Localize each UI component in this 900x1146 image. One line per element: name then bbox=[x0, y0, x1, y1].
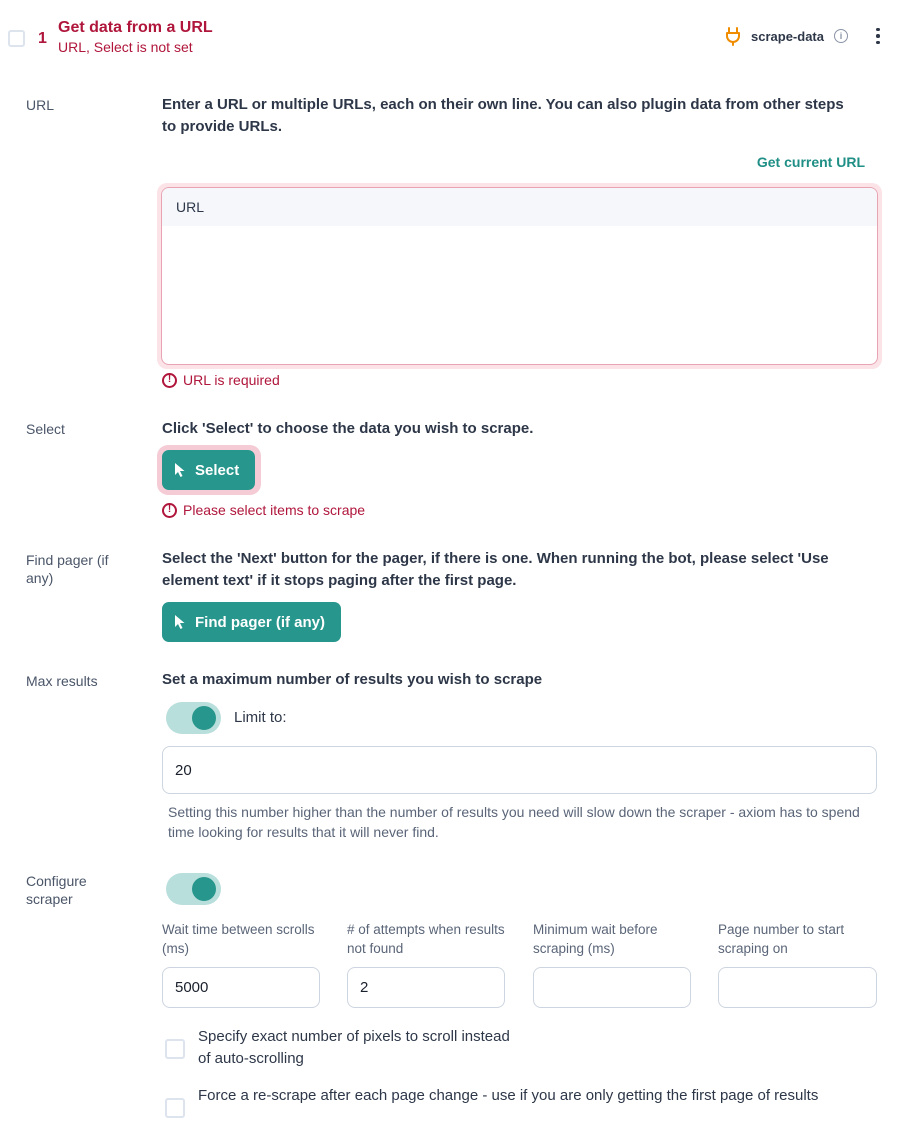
url-textarea-focus-ring: URL bbox=[157, 183, 882, 369]
select-label: Select bbox=[26, 421, 65, 437]
wait-time-label: Wait time between scrolls (ms) bbox=[162, 922, 315, 956]
toggle-knob bbox=[192, 706, 216, 730]
get-current-url-link[interactable]: Get current URL bbox=[757, 154, 865, 170]
url-error: ! URL is required bbox=[162, 372, 280, 388]
plug-icon bbox=[726, 27, 741, 46]
attempts-input[interactable]: 2 bbox=[347, 967, 505, 1008]
select-description: Click 'Select' to choose the data you wi… bbox=[162, 420, 534, 437]
attempts-label: # of attempts when results not found bbox=[347, 922, 505, 956]
pager-label: Find pager (if any) bbox=[26, 552, 109, 586]
pager-description: Select the 'Next' button for the pager, … bbox=[162, 550, 829, 589]
cursor-icon bbox=[175, 463, 185, 477]
max-results-label: Max results bbox=[26, 673, 98, 689]
step-header-actions: scrape-data i bbox=[725, 26, 880, 46]
select-error-text: Please select items to scrape bbox=[183, 502, 366, 518]
url-error-text: URL is required bbox=[183, 372, 280, 388]
start-page-input[interactable] bbox=[718, 967, 877, 1008]
url-label: URL bbox=[26, 97, 55, 113]
limit-toggle[interactable] bbox=[166, 702, 221, 734]
info-icon[interactable]: i bbox=[834, 29, 848, 43]
url-description: Enter a URL or multiple URLs, each on th… bbox=[162, 96, 844, 135]
url-textarea[interactable]: URL bbox=[161, 187, 878, 365]
step-status: URL, Select is not set bbox=[58, 39, 193, 55]
force-rescrape-checkbox[interactable] bbox=[165, 1098, 185, 1118]
min-wait-label: Minimum wait before scraping (ms) bbox=[533, 922, 658, 956]
limit-toggle-label: Limit to: bbox=[234, 709, 287, 726]
max-results-description: Set a maximum number of results you wish… bbox=[162, 671, 543, 688]
select-button[interactable]: Select bbox=[162, 450, 256, 490]
kebab-menu-icon[interactable] bbox=[876, 27, 880, 45]
cursor-icon bbox=[175, 615, 185, 629]
min-wait-input[interactable] bbox=[533, 967, 691, 1008]
select-button-label: Select bbox=[195, 461, 240, 479]
select-error: ! Please select items to scrape bbox=[162, 502, 365, 518]
configure-scraper-toggle[interactable] bbox=[166, 873, 221, 905]
step-type-tag: scrape-data bbox=[751, 28, 824, 44]
wait-time-input[interactable]: 5000 bbox=[162, 967, 320, 1008]
step-title[interactable]: Get data from a URL bbox=[58, 19, 213, 37]
exact-pixels-checkbox-label[interactable]: Specify exact number of pixels to scroll… bbox=[198, 1026, 518, 1070]
step-select-checkbox[interactable] bbox=[8, 30, 25, 47]
url-textarea-header: URL bbox=[162, 188, 877, 226]
step-card: 1 Get data from a URL URL, Select is not… bbox=[0, 0, 900, 1146]
limit-help-text: Setting this number higher than the numb… bbox=[168, 804, 860, 840]
error-icon: ! bbox=[162, 502, 177, 518]
find-pager-button[interactable]: Find pager (if any) bbox=[162, 602, 342, 642]
start-page-label: Page number to start scraping on bbox=[718, 922, 845, 956]
limit-input[interactable]: 20 bbox=[162, 746, 877, 794]
find-pager-button-label: Find pager (if any) bbox=[195, 613, 326, 631]
configure-scraper-label: Configure scraper bbox=[26, 873, 87, 907]
step-number: 1 bbox=[38, 30, 47, 47]
error-icon: ! bbox=[162, 372, 177, 388]
toggle-knob bbox=[192, 877, 216, 901]
exact-pixels-checkbox[interactable] bbox=[165, 1039, 185, 1059]
force-rescrape-checkbox-label[interactable]: Force a re-scrape after each page change… bbox=[198, 1085, 878, 1107]
